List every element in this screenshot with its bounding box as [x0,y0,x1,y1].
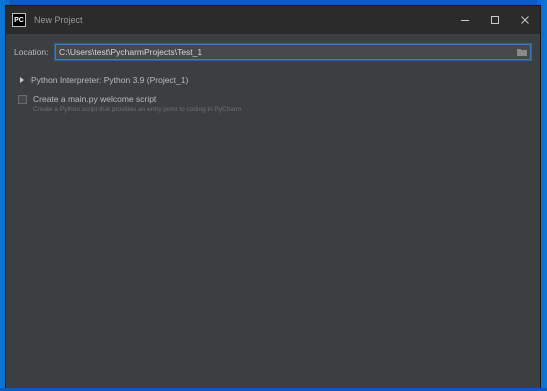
new-project-dialog: PC New Project Location: C:\Users\test\P… [5,5,541,391]
window-controls [450,6,540,34]
welcome-script-row[interactable]: Create a main.py welcome script [18,93,156,105]
window-title: New Project [34,15,83,25]
maximize-icon [491,16,499,24]
welcome-script-label: Create a main.py welcome script [33,94,157,104]
close-button[interactable] [510,6,540,34]
triangle-right-icon [20,77,24,83]
welcome-script-description: Create a Python script that provides an … [33,106,244,113]
pycharm-app-icon: PC [12,13,26,27]
minimize-icon [461,20,469,21]
location-label: Location: [14,47,49,57]
location-input[interactable]: C:\Users\test\PycharmProjects\Test_1 [55,44,531,60]
folder-icon[interactable] [517,48,527,56]
location-row: Location: C:\Users\test\PycharmProjects\… [14,44,532,60]
minimize-button[interactable] [450,6,480,34]
close-icon [521,16,529,24]
python-interpreter-label: Python Interpreter: Python 3.9 (Project_… [31,75,189,85]
location-value: C:\Users\test\PycharmProjects\Test_1 [59,47,203,57]
title-bar[interactable]: PC New Project [6,6,540,34]
dialog-content: Location: C:\Users\test\PycharmProjects\… [6,34,540,390]
maximize-button[interactable] [480,6,510,34]
welcome-script-checkbox[interactable] [18,94,27,104]
python-interpreter-toggle[interactable]: Python Interpreter: Python 3.9 (Project_… [20,74,188,86]
